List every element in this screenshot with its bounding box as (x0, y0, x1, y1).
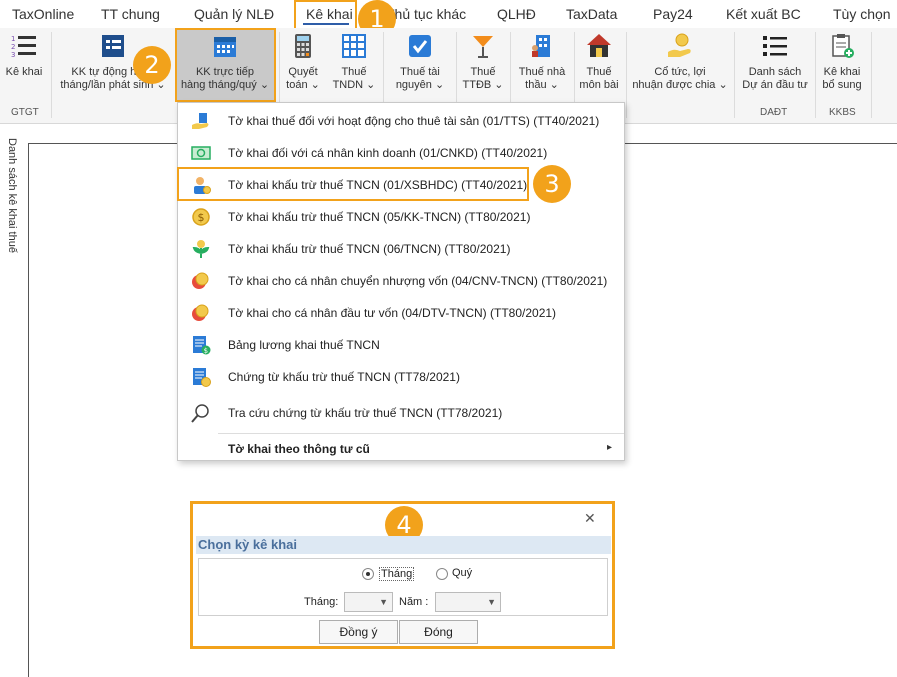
dd-item-05-kk-tncn[interactable]: $ Tờ khai khấu trừ thuế TNCN (05/KK-TNCN… (178, 202, 624, 232)
sidebar-danh-sach-ke-khai[interactable]: Danh sách kê khai thuế (6, 138, 18, 253)
ribbon-thue-ttdb-button[interactable]: Thuế TTĐB ⌄ (460, 32, 506, 92)
svg-text:$: $ (198, 211, 205, 224)
thang-label: Tháng: (304, 596, 339, 608)
dialog-title: Chọn kỳ kê khai (196, 536, 611, 554)
voucher-doc-icon (193, 368, 211, 387)
dd-item-01-tts[interactable]: Tờ khai thuế đối với hoạt động cho thuê … (178, 106, 624, 136)
ribbon-separator (51, 32, 52, 118)
dong-button[interactable]: Đóng (399, 620, 478, 644)
close-icon[interactable]: ✕ (584, 511, 596, 527)
dd-item-06-tncn[interactable]: Tờ khai khấu trừ thuế TNCN (06/TNCN) (TT… (178, 234, 624, 264)
menu-tt-chung[interactable]: TT chung (101, 6, 160, 22)
nam-label: Năm : (399, 596, 429, 608)
ribbon-co-tuc-button[interactable]: Cổ tức, lợi nhuận được chia ⌄ (630, 32, 730, 92)
house-icon (587, 34, 611, 57)
dd-item-tra-cuu[interactable]: Tra cứu chứng từ khấu trừ thuế TNCN (TT7… (178, 398, 624, 428)
nam-select[interactable]: ▼ (435, 592, 501, 612)
plant-coin-icon (192, 240, 210, 258)
money-icon (191, 146, 211, 160)
kk-truc-tiep-dropdown: Tờ khai thuế đối với hoạt động cho thuê … (177, 102, 625, 461)
ribbon-thue-tai-nguyen-button[interactable]: Thuế tài nguyên ⌄ (388, 32, 452, 92)
step-badge-3: 3 (533, 165, 571, 203)
ribbon-danh-sach-du-an-button[interactable]: Danh sách Dự án đầu tư (738, 32, 812, 92)
dd-item-thong-tu-cu[interactable]: Tờ khai theo thông tư cũ ▸ (178, 434, 624, 464)
ribbon-thue-tndn-button[interactable]: Thuế TNDN ⌄ (332, 32, 376, 92)
menu-ket-xuat-bc[interactable]: Kết xuất BC (726, 6, 801, 22)
coin-hand-icon (668, 33, 691, 57)
cocktail-icon (473, 36, 493, 58)
checkbox-icon (409, 35, 431, 57)
dd-item-01-cnkd[interactable]: Tờ khai đối với cá nhân kinh doanh (01/C… (178, 138, 624, 168)
ribbon-ke-khai-bo-sung-button[interactable]: Kê khai bổ sung (818, 32, 866, 92)
menu-thu-tuc-khac[interactable]: Thủ tục khác (386, 6, 466, 22)
svg-text:2: 2 (11, 43, 15, 51)
radio-quy-label: Quý (452, 567, 473, 579)
menu-quan-ly-nld[interactable]: Quản lý NLĐ (194, 6, 274, 22)
ribbon-ke-khai-button[interactable]: 123 Kê khai (4, 32, 44, 79)
radio-thang[interactable] (362, 568, 374, 580)
chevron-down-icon: ▼ (487, 597, 496, 607)
svg-text:$: $ (204, 347, 208, 355)
menu-bar: TaxOnline TT chung Quản lý NLĐ Kê khai T… (0, 0, 897, 28)
thang-select[interactable]: ▼ (344, 592, 393, 612)
menu-pay24[interactable]: Pay24 (653, 6, 693, 22)
svg-text:1: 1 (11, 35, 15, 43)
step-badge-2: 2 (133, 46, 171, 84)
ribbon-separator (815, 32, 816, 118)
ribbon-thue-mon-bai-button[interactable]: Thuế môn bài (577, 32, 621, 92)
clipboard-add-icon (832, 34, 854, 58)
chon-ky-ke-khai-dialog: 4 ✕ Chọn kỳ kê khai Tháng Quý Tháng: ▼ N… (190, 501, 615, 649)
menu-taxdata[interactable]: TaxData (566, 6, 617, 22)
building-hand-icon (192, 113, 209, 129)
ribbon-separator (871, 32, 872, 118)
submenu-arrow-icon: ▸ (607, 442, 613, 453)
ribbon-quyet-toan-button[interactable]: Quyết toán ⌄ (282, 32, 324, 92)
grid-icon (342, 34, 366, 58)
highlight-kk-truc-tiep (175, 28, 276, 102)
highlight-ke-khai (294, 0, 357, 30)
highlight-01-xsbhdc (177, 167, 529, 201)
ribbon-separator (734, 32, 735, 118)
dd-item-chung-tu[interactable]: Chứng từ khấu trừ thuế TNCN (TT78/2021) (178, 362, 624, 392)
payroll-doc-icon: $ (193, 336, 211, 355)
group-label-gtgt: GTGT (11, 107, 39, 118)
building-icon (532, 35, 550, 57)
dong-y-button[interactable]: Đồng ý (319, 620, 398, 644)
calculator-icon (295, 34, 311, 58)
dd-item-04-cnv-tncn[interactable]: Tờ khai cho cá nhân chuyển nhượng vốn (0… (178, 266, 624, 296)
coins-invest-icon (192, 304, 209, 321)
group-label-daat: DAĐT (760, 107, 788, 118)
svg-text:3: 3 (11, 51, 15, 59)
form-icon (102, 35, 124, 57)
ribbon-separator (626, 32, 627, 118)
radio-quy[interactable] (436, 568, 448, 580)
bullet-list-icon (763, 36, 787, 56)
radio-thang-label: Tháng (379, 567, 415, 581)
menu-taxonline[interactable]: TaxOnline (12, 6, 74, 22)
group-label-kkbs: KKBS (829, 107, 856, 118)
coin-dollar-icon: $ (192, 208, 210, 226)
dialog-period-box: Tháng Quý Tháng: ▼ Năm : ▼ (198, 558, 608, 616)
dd-item-04-dtv-tncn[interactable]: Tờ khai cho cá nhân đầu tư vốn (04/DTV-T… (178, 298, 624, 328)
ribbon-thue-nha-thau-button[interactable]: Thuế nhà thầu ⌄ (514, 32, 570, 92)
list-icon: 123 (11, 35, 36, 59)
dd-item-bang-luong[interactable]: $ Bảng lương khai thuế TNCN (178, 330, 624, 360)
coins-transfer-icon (192, 272, 209, 289)
menu-qlhd[interactable]: QLHĐ (497, 6, 536, 22)
menu-tuy-chon[interactable]: Tùy chọn (833, 6, 891, 22)
chevron-down-icon: ▼ (379, 597, 388, 607)
magnifier-icon (191, 404, 209, 423)
